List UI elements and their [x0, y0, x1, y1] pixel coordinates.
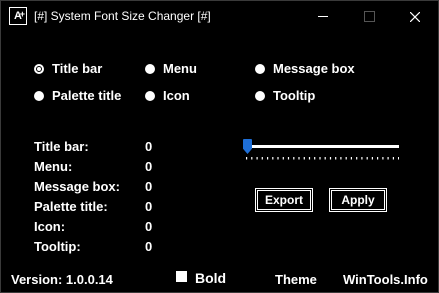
slider-thumb[interactable] — [243, 139, 252, 154]
slider-tick — [293, 157, 295, 160]
stat-label-palette-title: Palette title: — [34, 199, 108, 214]
radio-tooltip[interactable]: Tooltip — [255, 88, 315, 103]
close-button[interactable] — [392, 1, 438, 32]
slider-tick — [314, 157, 316, 160]
radio-label: Menu — [163, 61, 197, 76]
slider-tick — [324, 157, 326, 160]
stat-value-palette-title: 0 — [145, 199, 153, 214]
version-label: Version: 1.0.0.14 — [11, 272, 113, 287]
maximize-button[interactable] — [346, 1, 392, 32]
slider-tick — [392, 157, 394, 160]
slider-ticks — [246, 157, 399, 160]
radio-label: Icon — [163, 88, 190, 103]
slider-tick — [277, 157, 279, 160]
slider-tick — [371, 157, 373, 160]
stat-value-menu: 0 — [145, 159, 153, 174]
slider-tick — [251, 157, 253, 160]
stat-value-message-box: 0 — [145, 179, 153, 194]
slider-tick — [350, 157, 352, 160]
theme-link[interactable]: Theme — [275, 272, 317, 287]
radio-icon — [255, 90, 265, 101]
radio-icon — [145, 63, 155, 74]
radio-palette-title[interactable]: Palette title — [34, 88, 121, 103]
slider-tick — [377, 157, 379, 160]
slider-track[interactable] — [243, 145, 399, 148]
slider-tick — [329, 157, 332, 160]
slider-tick — [382, 157, 384, 160]
stat-label-message-box: Message box: — [34, 179, 120, 194]
radio-message-box[interactable]: Message box — [255, 61, 355, 76]
radio-icon — [255, 63, 265, 74]
slider-tick — [287, 157, 290, 160]
radio-selected-icon — [34, 63, 44, 74]
stat-value-tooltip: 0 — [145, 239, 153, 254]
slider-tick — [308, 157, 311, 160]
slider-tick — [303, 157, 305, 160]
stat-label-title-bar: Title bar: — [34, 139, 89, 154]
slider-tick — [366, 157, 368, 160]
slider-tick — [267, 157, 269, 160]
stat-label-icon: Icon: — [34, 219, 66, 234]
slider-tick — [272, 157, 274, 160]
slider-tick — [398, 157, 399, 160]
stat-label-tooltip: Tooltip: — [34, 239, 81, 254]
radio-label: Tooltip — [273, 88, 316, 103]
stat-label-menu: Menu: — [34, 159, 73, 174]
stat-value-title-bar: 0 — [145, 139, 153, 154]
slider-tick — [361, 157, 363, 160]
radio-label: Message box — [273, 61, 355, 76]
slider-tick — [340, 157, 342, 160]
website-link[interactable]: WinTools.Info — [343, 272, 428, 287]
radio-title-bar[interactable]: Title bar — [34, 61, 102, 76]
slider-tick — [335, 157, 337, 160]
slider-tick — [261, 157, 263, 160]
radio-menu[interactable]: Menu — [145, 61, 197, 76]
close-icon — [410, 11, 420, 22]
slider-tick — [282, 157, 284, 160]
slider-tick — [387, 157, 389, 160]
radio-icon — [145, 90, 155, 101]
radio-icon-option[interactable]: Icon — [145, 88, 190, 103]
slider-tick — [319, 157, 321, 160]
app-window: A + [#] System Font Size Changer [#] Titl… — [0, 0, 439, 293]
radio-label: Title bar — [52, 61, 103, 76]
window-title: [#] System Font Size Changer [#] — [34, 9, 211, 23]
bold-label[interactable]: Bold — [195, 270, 226, 286]
slider-tick — [246, 157, 248, 160]
slider-tick — [298, 157, 300, 160]
export-button[interactable]: Export — [255, 188, 313, 212]
stat-value-icon: 0 — [145, 219, 153, 234]
title-bar[interactable]: A + [#] System Font Size Changer [#] — [1, 1, 438, 32]
font-size-slider[interactable] — [243, 137, 401, 167]
apply-button[interactable]: Apply — [329, 188, 387, 212]
slider-tick — [345, 157, 347, 160]
app-icon: A + — [9, 7, 27, 25]
slider-tick — [256, 157, 258, 160]
slider-tick — [356, 157, 358, 160]
minimize-icon — [318, 16, 328, 17]
maximize-icon — [363, 11, 375, 22]
radio-label: Palette title — [52, 88, 122, 103]
bold-checkbox[interactable] — [176, 271, 187, 282]
radio-icon — [34, 90, 44, 101]
minimize-button[interactable] — [300, 1, 346, 32]
